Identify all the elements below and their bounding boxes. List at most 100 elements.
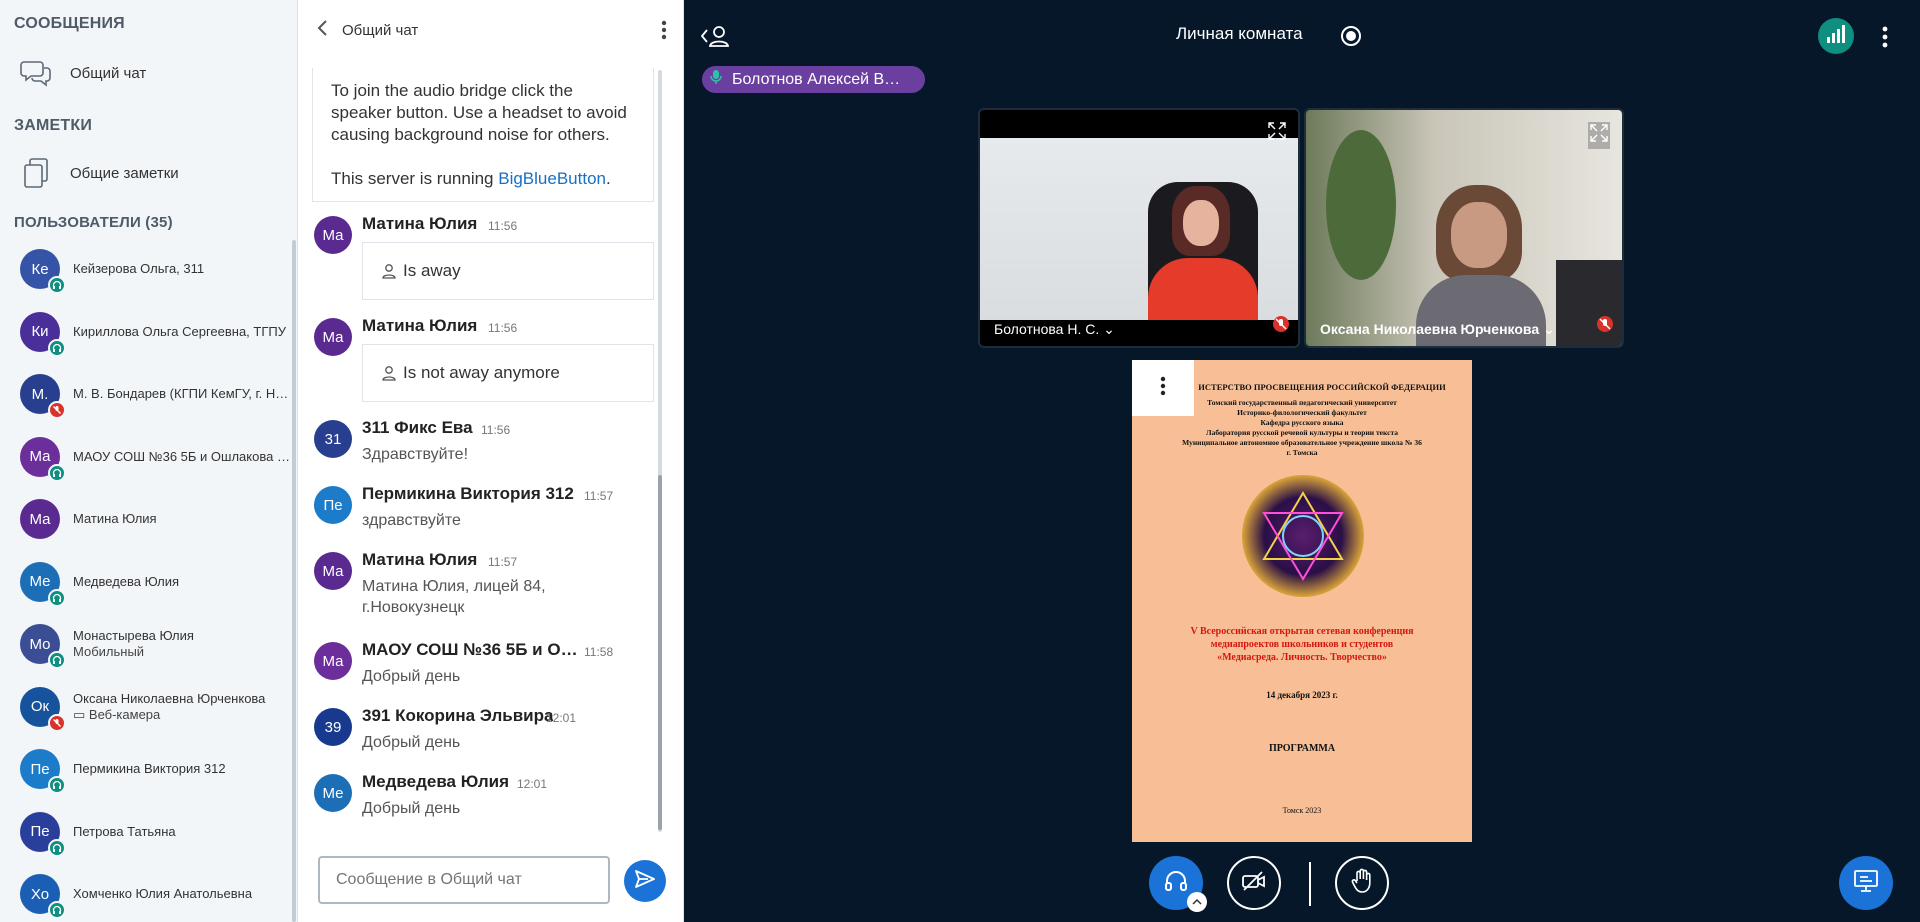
user-name-text: Хомченко Юлия Анатольевна xyxy=(73,886,253,902)
status-message-box: Is away xyxy=(362,242,654,300)
message-text: Добрый день xyxy=(362,734,461,751)
user-name: Матина Юлия xyxy=(73,511,292,527)
headphones-icon xyxy=(48,338,66,357)
fullscreen-icon[interactable] xyxy=(1268,122,1286,145)
user-name: М. В. Бондарев (КГПИ КемГУ, г. Н… xyxy=(73,386,292,402)
video-user-name-1[interactable]: Болотнова Н. С. ⌄ xyxy=(994,321,1115,338)
avatar: Пе xyxy=(20,811,66,857)
muted-mic-icon xyxy=(48,713,66,732)
audio-button[interactable] xyxy=(1149,856,1207,912)
message-author: Медведева Юлия xyxy=(362,772,510,791)
connection-status-button[interactable] xyxy=(1818,18,1854,54)
user-list-item[interactable]: Ма МАОУ СОШ №36 5Б и Ошлакова Е… xyxy=(0,426,292,489)
message-time: 11:58 xyxy=(584,645,614,659)
user-name: Пермикина Виктория 312 xyxy=(73,761,292,777)
user-list-toggle-icon[interactable] xyxy=(700,24,731,53)
slide-program-label: ПРОГРАММА xyxy=(1268,743,1336,754)
avatar-initials: Ма xyxy=(29,448,51,466)
chat-message-input[interactable] xyxy=(318,856,610,904)
raise-hand-button[interactable] xyxy=(1335,856,1389,910)
record-icon[interactable] xyxy=(1340,25,1362,52)
shared-notes-item[interactable]: Общие заметки xyxy=(0,148,298,198)
message-time: 11:56 xyxy=(481,423,511,437)
controls-divider xyxy=(1309,862,1311,906)
avatar: Ма xyxy=(314,216,352,254)
message-text: Добрый день xyxy=(362,668,461,685)
message-text: Добрый день xyxy=(362,800,461,817)
avatar-initials: Ма xyxy=(322,328,344,346)
avatar-initials: 31 xyxy=(324,430,342,448)
video-tile-1[interactable]: Болотнова Н. С. ⌄ xyxy=(978,108,1300,348)
video-user-name-2[interactable]: Оксана Николаевна Юрченкова ⌄ xyxy=(1320,321,1555,338)
send-button[interactable] xyxy=(624,860,666,902)
user-list-item[interactable]: Ки Кириллова Ольга Сергеевна, ТГПУ xyxy=(0,301,292,364)
user-status-icon xyxy=(381,365,403,381)
video-name-1: Болотнова Н. С. xyxy=(994,321,1100,337)
camera-button[interactable] xyxy=(1227,856,1281,910)
user-list-item[interactable]: Хо Хомченко Юлия Анатольевна xyxy=(0,863,292,922)
user-list-item[interactable]: Ке Кейзерова Ольга, 311 xyxy=(0,238,292,301)
avatar: Ма xyxy=(314,318,352,356)
shared-notes-label: Общие заметки xyxy=(70,164,179,182)
message-author: МАОУ СОШ №36 5Б и О… xyxy=(362,640,578,659)
avatar: Ки xyxy=(20,311,66,357)
headphones-icon xyxy=(48,276,66,295)
message-text: Is away xyxy=(403,261,461,280)
presentation-menu-button[interactable] xyxy=(1132,360,1194,416)
video-tile-2[interactable]: Оксана Николаевна Юрченкова ⌄ xyxy=(1304,108,1624,348)
message-list: To join the audio bridge click the speak… xyxy=(298,60,670,842)
welcome-text: To join the audio bridge click the speak… xyxy=(331,81,627,144)
user-list-item[interactable]: Ок Оксана Николаевна Юрченкова ▭ Веб-камер… xyxy=(0,676,292,739)
microphone-icon xyxy=(710,69,722,90)
fullscreen-icon[interactable] xyxy=(1588,122,1610,149)
avatar-initials: Ки xyxy=(31,323,49,341)
headphones-icon xyxy=(48,776,66,795)
user-client-type: ▭ Веб-камера xyxy=(73,706,161,722)
user-list-item[interactable]: Мо Монастырева Юлия Мобильный xyxy=(0,613,292,676)
users-section-title: ПОЛЬЗОВАТЕЛИ (35) xyxy=(14,214,173,231)
user-list-item[interactable]: Ма Матина Юлия xyxy=(0,488,292,551)
message-text: здравствуйте xyxy=(362,512,461,529)
chat-scrollbar-thumb[interactable] xyxy=(658,475,662,830)
message-time: 11:57 xyxy=(488,555,518,569)
slide-org-line: Муниципальное автономное образовательное… xyxy=(1182,438,1422,447)
avatar-initials: Ме xyxy=(29,573,51,591)
avatar-initials: Ке xyxy=(31,260,49,278)
conference-logo xyxy=(1242,475,1364,597)
public-chat-item[interactable]: Общий чат xyxy=(0,48,298,98)
slide-conference-line: «Медиасреда. Личность. Творчество» xyxy=(1217,652,1387,663)
message-text: Здравствуйте! xyxy=(362,446,469,463)
avatar: 39 xyxy=(314,708,352,746)
bigbluebutton-link[interactable]: BigBlueButton xyxy=(498,169,606,188)
user-list-item[interactable]: Пе Пермикина Виктория 312 xyxy=(0,738,292,801)
video-frame-1 xyxy=(980,138,1298,320)
chevron-left-icon[interactable] xyxy=(316,19,328,42)
chat-bubbles-icon xyxy=(20,57,52,89)
user-list: Ке Кейзерова Ольга, 311 Ки Кириллова Ольга … xyxy=(0,238,292,922)
user-list-scrollbar[interactable] xyxy=(292,240,296,922)
app-root: СООБЩЕНИЯ Общий чат ЗАМЕТКИ Общие заметк… xyxy=(0,0,1920,922)
avatar: Ма xyxy=(314,642,352,680)
kebab-menu-icon[interactable] xyxy=(661,20,667,45)
user-list-item[interactable]: М. М. В. Бондарев (КГПИ КемГУ, г. Н… xyxy=(0,363,292,426)
avatar: Мо xyxy=(20,624,66,670)
user-name: Кейзерова Ольга, 311 xyxy=(73,261,292,277)
avatar: Ма xyxy=(20,499,60,540)
chat-scrollbar[interactable] xyxy=(658,70,662,832)
presentation-toggle-button[interactable] xyxy=(1839,856,1893,910)
messages-section-title: СООБЩЕНИЯ xyxy=(14,15,125,32)
server-info-suffix: . xyxy=(605,169,611,188)
user-list-item[interactable]: Ме Медведева Юлия xyxy=(0,551,292,614)
muted-mic-icon xyxy=(48,401,66,420)
audio-options-chevron-icon[interactable] xyxy=(1187,892,1207,912)
headphones-icon xyxy=(48,838,66,857)
user-name: Петрова Татьяна xyxy=(73,824,292,840)
headphones-icon xyxy=(48,588,66,607)
user-name: Хомченко Юлия Анатольевна xyxy=(73,886,292,902)
options-kebab-icon[interactable] xyxy=(1882,26,1888,53)
user-list-item[interactable]: Пе Петрова Татьяна xyxy=(0,801,292,864)
chat-panel: Общий чат To join the audio bridge click… xyxy=(298,0,684,922)
headphones-icon xyxy=(1163,868,1189,899)
notes-icon xyxy=(20,157,52,189)
user-name: Оксана Николаевна Юрченкова ▭ Веб-камера xyxy=(73,691,292,723)
